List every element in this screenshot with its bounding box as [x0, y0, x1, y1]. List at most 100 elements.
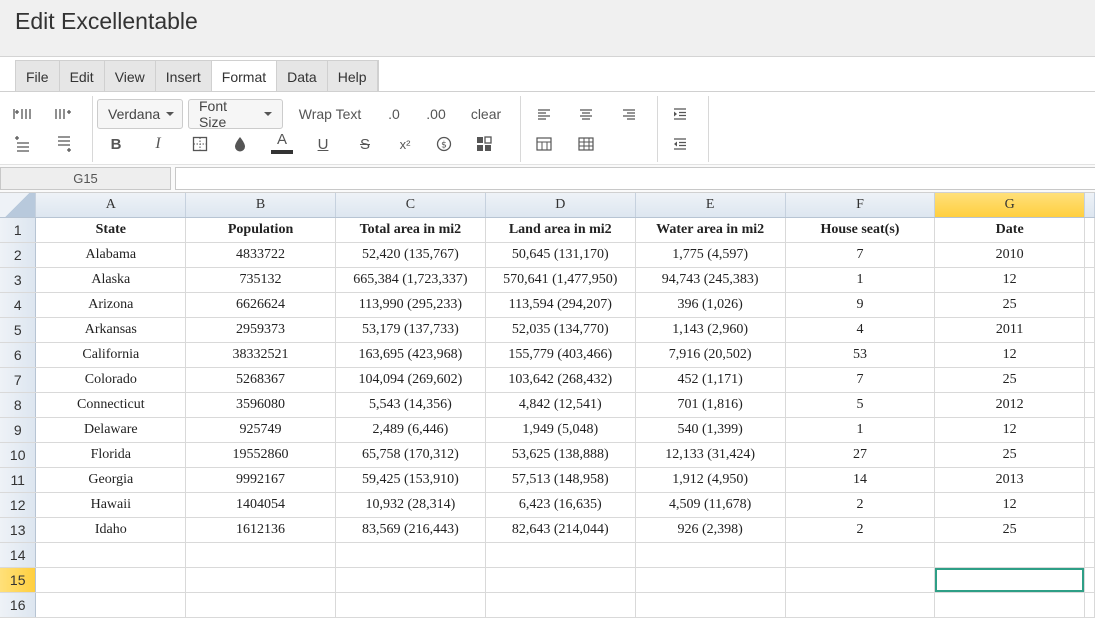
- underline-button[interactable]: U: [311, 132, 335, 156]
- cell-overflow[interactable]: [1084, 367, 1095, 393]
- row-header[interactable]: 9: [0, 417, 37, 443]
- merge-cells-icon[interactable]: [532, 134, 556, 154]
- cell[interactable]: 2010: [934, 242, 1085, 268]
- cell[interactable]: 52,035 (134,770): [485, 317, 636, 343]
- menu-help[interactable]: Help: [328, 61, 378, 92]
- cell[interactable]: Arkansas: [35, 317, 187, 343]
- cell[interactable]: 25: [934, 442, 1085, 468]
- cell[interactable]: 1,775 (4,597): [635, 242, 786, 268]
- strikethrough-button[interactable]: S: [353, 132, 377, 156]
- cell-overflow[interactable]: [1084, 242, 1095, 268]
- menu-data[interactable]: Data: [277, 61, 328, 92]
- cell[interactable]: [185, 592, 336, 618]
- cell[interactable]: California: [35, 342, 187, 368]
- cell[interactable]: Georgia: [35, 467, 187, 493]
- insert-column-right-icon[interactable]: [52, 104, 76, 124]
- cell[interactable]: 103,642 (268,432): [485, 367, 636, 393]
- borders-icon[interactable]: [188, 132, 212, 156]
- cell[interactable]: 113,594 (294,207): [485, 292, 636, 318]
- cell[interactable]: 926 (2,398): [635, 517, 786, 543]
- cell[interactable]: 12: [934, 342, 1085, 368]
- font-family-dropdown[interactable]: Verdana: [97, 99, 183, 129]
- column-header-f[interactable]: F: [785, 193, 936, 218]
- cell[interactable]: Date: [934, 217, 1085, 243]
- cell[interactable]: 1,143 (2,960): [635, 317, 786, 343]
- menu-format[interactable]: Format: [211, 61, 278, 93]
- cell-overflow[interactable]: [1084, 517, 1095, 543]
- font-size-dropdown[interactable]: Font Size: [188, 98, 283, 130]
- cell[interactable]: [185, 542, 336, 568]
- cell[interactable]: [335, 592, 486, 618]
- row-header[interactable]: 4: [0, 292, 37, 318]
- cell[interactable]: Land area in mi2: [485, 217, 636, 243]
- row-header[interactable]: 11: [0, 467, 37, 493]
- align-left-icon[interactable]: [532, 104, 556, 124]
- select-all-corner[interactable]: [0, 193, 37, 218]
- column-header-d[interactable]: D: [485, 193, 636, 218]
- menu-view[interactable]: View: [105, 61, 156, 92]
- cell[interactable]: 2959373: [185, 317, 336, 343]
- cell[interactable]: 2: [785, 492, 936, 518]
- cell[interactable]: 12,133 (31,424): [635, 442, 786, 468]
- cell[interactable]: 25: [934, 292, 1085, 318]
- cell[interactable]: Alabama: [35, 242, 187, 268]
- cell[interactable]: [485, 592, 636, 618]
- cell[interactable]: 38332521: [185, 342, 336, 368]
- cell-overflow[interactable]: [1084, 442, 1095, 468]
- superscript-button[interactable]: x²: [393, 132, 417, 156]
- formula-input[interactable]: [175, 167, 1095, 190]
- cell[interactable]: [785, 542, 936, 568]
- cell[interactable]: [485, 542, 636, 568]
- cell[interactable]: 12: [934, 417, 1085, 443]
- cell[interactable]: 155,779 (403,466): [485, 342, 636, 368]
- row-header[interactable]: 15: [0, 567, 37, 593]
- cell[interactable]: 570,641 (1,477,950): [485, 267, 636, 293]
- column-header-b[interactable]: B: [185, 193, 336, 218]
- cell[interactable]: 7: [785, 242, 936, 268]
- cell[interactable]: [635, 542, 786, 568]
- insert-row-above-icon[interactable]: [10, 134, 34, 154]
- cell-overflow[interactable]: [1084, 392, 1095, 418]
- cell[interactable]: 2011: [934, 317, 1085, 343]
- cell[interactable]: 4,842 (12,541): [485, 392, 636, 418]
- cell-overflow[interactable]: [1084, 492, 1095, 518]
- insert-row-below-icon[interactable]: [52, 134, 76, 154]
- cell[interactable]: 10,932 (28,314): [335, 492, 486, 518]
- cell[interactable]: State: [35, 217, 187, 243]
- cell[interactable]: 925749: [185, 417, 336, 443]
- row-header[interactable]: 5: [0, 317, 37, 343]
- cell[interactable]: 53,179 (137,733): [335, 317, 486, 343]
- row-header[interactable]: 14: [0, 542, 37, 568]
- cell[interactable]: 25: [934, 367, 1085, 393]
- cell[interactable]: 4: [785, 317, 936, 343]
- cell[interactable]: [934, 592, 1085, 618]
- column-header-e[interactable]: E: [635, 193, 786, 218]
- cell[interactable]: Total area in mi2: [335, 217, 486, 243]
- cell[interactable]: 5: [785, 392, 936, 418]
- cell[interactable]: 1,912 (4,950): [635, 467, 786, 493]
- cell[interactable]: 27: [785, 442, 936, 468]
- decrease-decimal-button[interactable]: .0: [380, 99, 408, 129]
- row-header[interactable]: 16: [0, 592, 37, 618]
- cell[interactable]: Idaho: [35, 517, 187, 543]
- cell[interactable]: 2013: [934, 467, 1085, 493]
- cell[interactable]: 5,543 (14,356): [335, 392, 486, 418]
- cell[interactable]: Colorado: [35, 367, 187, 393]
- column-header-c[interactable]: C: [335, 193, 486, 218]
- cell[interactable]: 1404054: [185, 492, 336, 518]
- row-header[interactable]: 1: [0, 217, 37, 243]
- cell[interactable]: 1612136: [185, 517, 336, 543]
- cell[interactable]: [635, 592, 786, 618]
- menu-edit[interactable]: Edit: [60, 61, 105, 92]
- cell[interactable]: 701 (1,816): [635, 392, 786, 418]
- cell-overflow[interactable]: [1084, 592, 1095, 618]
- cell[interactable]: 2012: [934, 392, 1085, 418]
- column-header-g[interactable]: G: [934, 193, 1085, 218]
- cell[interactable]: Arizona: [35, 292, 187, 318]
- cell[interactable]: 53,625 (138,888): [485, 442, 636, 468]
- indent-increase-icon[interactable]: [668, 104, 692, 124]
- cell[interactable]: 19552860: [185, 442, 336, 468]
- cell[interactable]: Delaware: [35, 417, 187, 443]
- cell[interactable]: 53: [785, 342, 936, 368]
- cell[interactable]: 4,509 (11,678): [635, 492, 786, 518]
